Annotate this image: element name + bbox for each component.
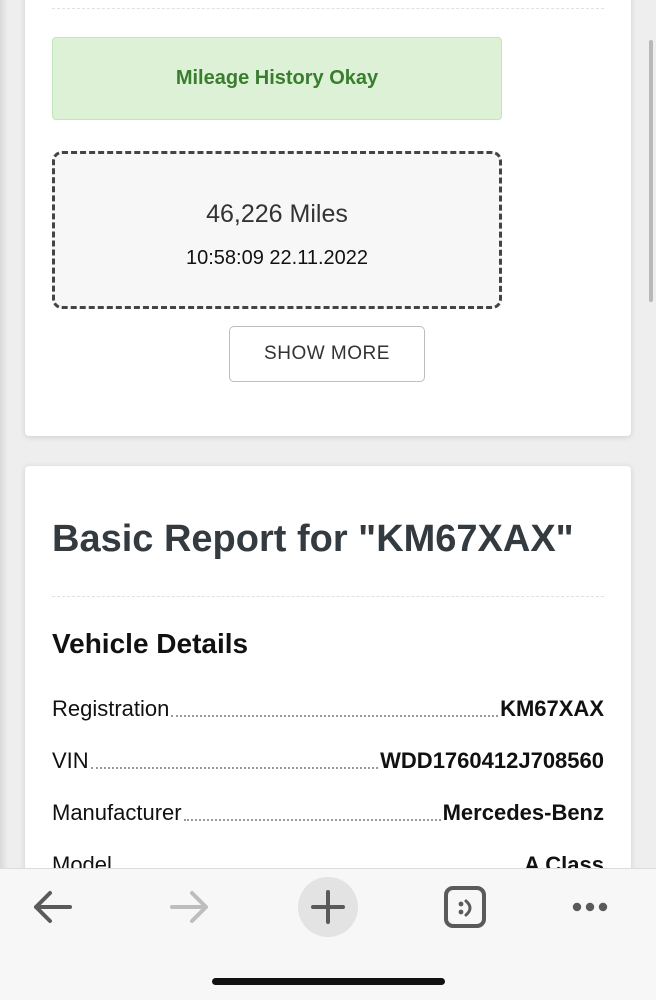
divider [52, 596, 604, 597]
dotted-leader [183, 819, 441, 821]
new-tab-plus-icon [311, 890, 345, 924]
tabs-icon [444, 886, 486, 928]
scrollbar[interactable] [649, 40, 653, 302]
mileage-history-card: Mileage History Okay 46,226 Miles 10:58:… [25, 0, 631, 436]
report-title: Basic Report for "KM67XAX" [52, 518, 574, 560]
detail-label: Registration [52, 696, 170, 721]
dotted-leader [90, 767, 379, 769]
mileage-timestamp: 10:58:09 22.11.2022 [185, 247, 369, 269]
detail-label: VIN [52, 748, 89, 773]
mileage-record: 46,226 Miles 10:58:09 22.11.2022 [52, 151, 502, 309]
mileage-value: 46,226 Miles [206, 200, 348, 228]
detail-value: WDD1760412J708560 [380, 748, 604, 773]
show-more-button[interactable]: SHOW MORE [229, 326, 425, 382]
back-button[interactable] [22, 877, 82, 937]
section-title: Vehicle Details [52, 628, 249, 659]
detail-value: KM67XAX [500, 696, 604, 721]
forward-arrow-icon [170, 891, 208, 923]
browser-toolbar [0, 868, 656, 1000]
mileage-status-text: Mileage History Okay [175, 67, 379, 89]
tabs-button[interactable] [435, 877, 495, 937]
detail-row-manufacturer: Manufacturer Mercedes-Benz [52, 796, 604, 826]
new-tab-button[interactable] [298, 877, 358, 937]
more-options-icon [572, 902, 608, 912]
detail-label: Manufacturer [52, 800, 182, 825]
detail-row-registration: Registration KM67XAX [52, 692, 604, 722]
divider [52, 8, 604, 9]
home-indicator[interactable] [212, 978, 445, 985]
forward-button[interactable] [160, 877, 220, 937]
dotted-leader [171, 715, 499, 717]
more-options-button[interactable] [560, 877, 620, 937]
page-edge [0, 0, 8, 870]
basic-report-card: Basic Report for "KM67XAX" Vehicle Detai… [25, 466, 631, 886]
mileage-status-banner: Mileage History Okay [52, 37, 502, 120]
detail-value: Mercedes-Benz [442, 800, 604, 825]
back-arrow-icon [34, 891, 72, 923]
detail-row-vin: VIN WDD1760412J708560 [52, 744, 604, 774]
